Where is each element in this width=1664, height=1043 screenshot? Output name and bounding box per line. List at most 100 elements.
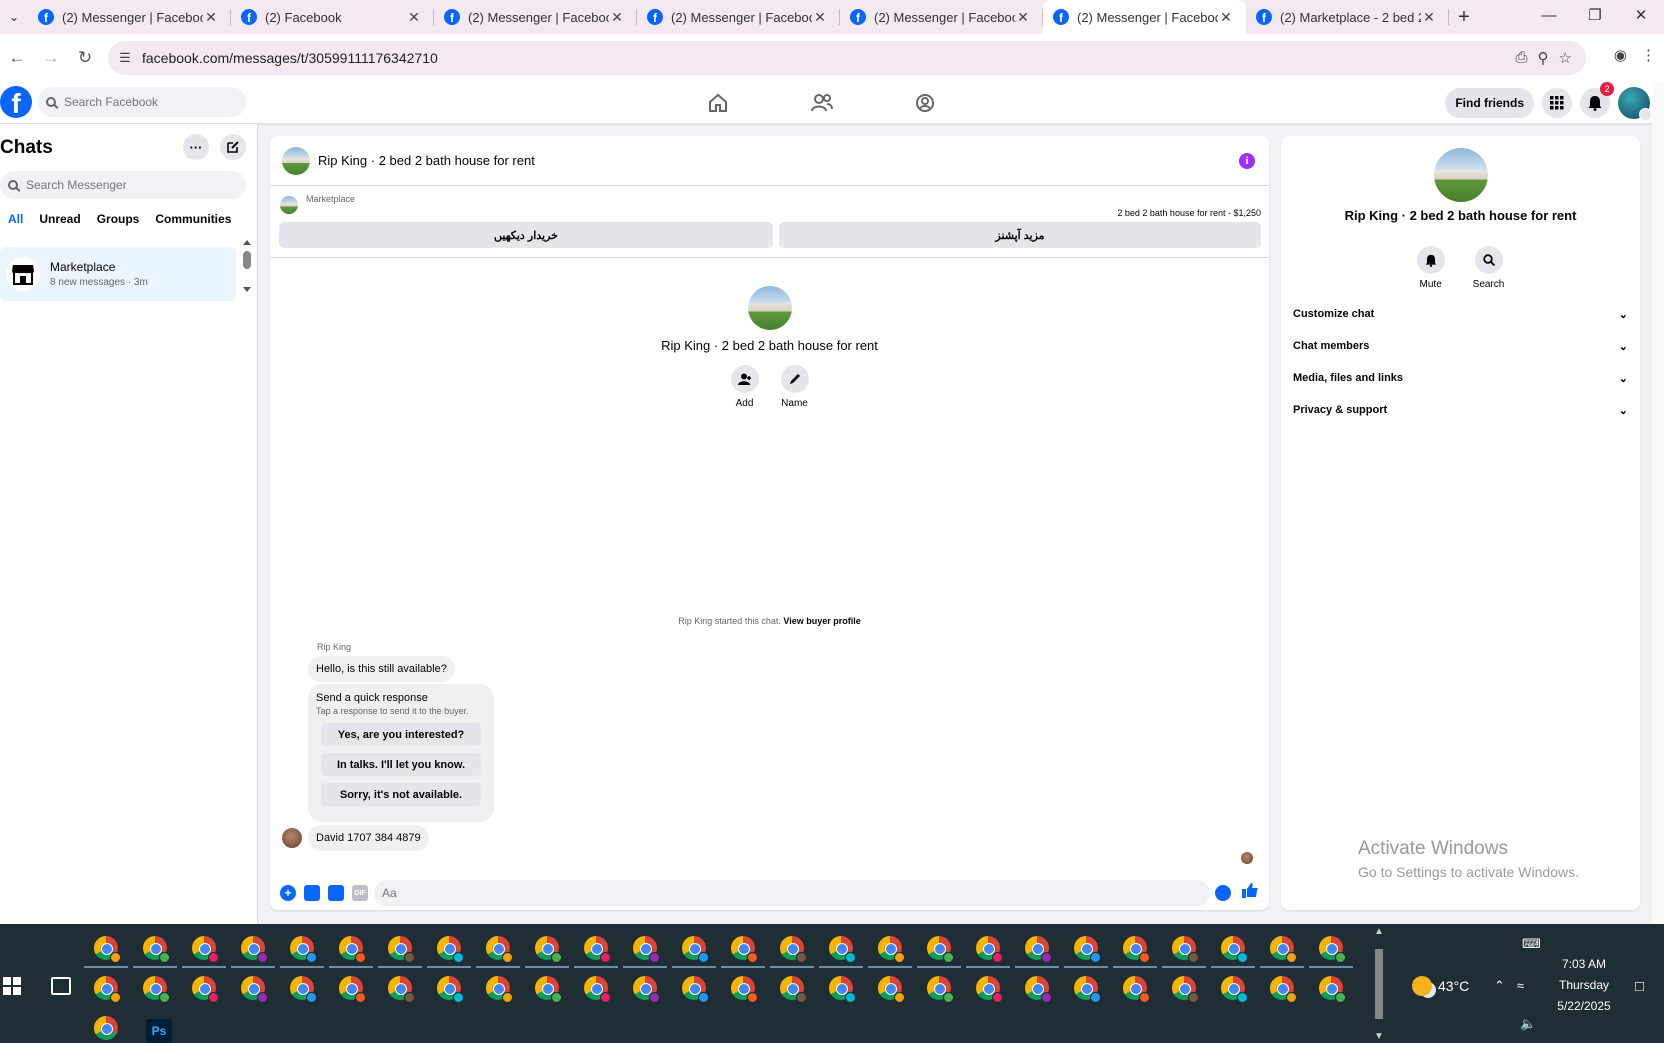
chrome-profile-icon[interactable] [584,976,611,1003]
emoji-icon[interactable] [1215,885,1231,901]
chrome-profile-icon[interactable] [633,936,660,963]
chrome-profile-icon[interactable] [1074,936,1101,963]
chrome-profile-icon[interactable] [437,936,464,963]
chrome-profile-icon[interactable] [437,976,464,1003]
install-app-icon[interactable]: ⎙ [1516,49,1528,67]
close-tab-icon[interactable]: ✕ [406,9,422,26]
weather-widget[interactable]: 43°C [1412,976,1469,996]
tab-5[interactable]: f (2) Messenger | Facebook ✕ [840,0,1043,34]
section-customize-chat[interactable]: Customize chat ⌄ [1293,300,1628,328]
chrome-profile-icon[interactable] [1319,936,1346,963]
close-window-icon[interactable]: ✕ [1618,0,1664,34]
chrome-profile-icon[interactable] [878,936,905,963]
address-bar[interactable]: ☰ facebook.com/messages/t/30599111176342… [108,41,1586,75]
view-buyer-button[interactable]: خریدار دیکھیں [279,222,773,248]
add-people-button[interactable]: Add [730,365,759,409]
browser-menu-icon[interactable]: ⋮ [1641,46,1656,64]
close-tab-icon[interactable]: ✕ [203,9,219,26]
gif-icon[interactable]: GIF [352,885,368,901]
chrome-profile-icon[interactable] [584,936,611,963]
chrome-profile-icon[interactable] [1319,976,1346,1003]
section-privacy-support[interactable]: Privacy & support ⌄ [1293,396,1628,424]
view-buyer-profile-link[interactable]: View buyer profile [783,616,860,626]
more-options-button[interactable]: ··· [183,134,209,160]
chrome-profile-icon[interactable] [535,936,562,963]
chrome-profile-icon[interactable] [339,976,366,1003]
chrome-profile-icon[interactable] [633,976,660,1003]
listing-title[interactable]: 2 bed 2 bath house for rent - $1,250 [1117,208,1261,218]
menu-grid-button[interactable] [1542,88,1572,118]
chrome-profile-icon[interactable] [829,936,856,963]
windows-start-icon[interactable] [3,977,21,995]
filter-communities[interactable]: Communities [147,210,239,228]
close-tab-icon[interactable]: ✕ [609,9,625,26]
account-avatar[interactable] [1618,87,1652,121]
facebook-logo-icon[interactable]: f [0,86,32,118]
filter-unread[interactable]: Unread [31,210,88,228]
taskbar-overflow-scrollbar[interactable]: ▲ ▼ [1372,926,1386,1042]
bookmark-star-icon[interactable]: ☆ [1559,49,1572,67]
chrome-profile-icon[interactable] [927,936,954,963]
chrome-profile-icon[interactable] [731,936,758,963]
chrome-profile-icon[interactable] [1221,936,1248,963]
site-info-icon[interactable]: ☰ [108,50,142,66]
tab-2[interactable]: f (2) Facebook ✕ [231,0,434,34]
photoshop-icon[interactable]: Ps [146,1019,172,1043]
tab-1[interactable]: f (2) Messenger | Facebook ✕ [28,0,231,34]
search-conversation-button[interactable]: Search [1473,246,1504,290]
message-bubble[interactable]: David 1707 384 4879 [308,825,429,851]
listing-house-avatar[interactable] [282,146,310,175]
new-message-button[interactable] [220,134,246,160]
chrome-profile-icon[interactable] [241,936,268,963]
chrome-profile-icon[interactable] [1221,976,1248,1003]
chrome-profile-icon[interactable] [535,976,562,1003]
chrome-profile-icon[interactable] [290,936,317,963]
notification-center-icon[interactable]: □ [1635,978,1644,995]
chrome-profile-icon[interactable] [192,976,219,1003]
zoom-icon[interactable]: ⚲ [1538,49,1549,67]
chrome-profile-icon[interactable] [241,976,268,1003]
chevron-down-icon[interactable]: ▼ [1374,1031,1384,1042]
chrome-profile-icon[interactable] [143,976,170,1003]
photo-icon[interactable] [304,885,320,901]
thumbs-up-icon[interactable] [1242,882,1258,903]
chrome-profile-icon[interactable] [682,936,709,963]
chrome-profile-icon[interactable] [94,936,121,963]
forward-icon[interactable]: → [34,48,68,68]
chrome-profile-icon[interactable] [94,1016,118,1040]
clock[interactable]: 7:03 AM Thursday 5/22/2025 [1552,954,1616,1017]
chrome-profile-icon[interactable] [1123,976,1150,1003]
messenger-search-input[interactable] [26,178,186,192]
task-view-icon[interactable] [51,977,71,995]
mute-button[interactable]: Mute [1416,246,1445,290]
chrome-profile-icon[interactable] [1025,976,1052,1003]
tab-3[interactable]: f (2) Messenger | Facebook ✕ [434,0,637,34]
conversation-header-name[interactable]: Rip King · 2 bed 2 bath house for rent [318,153,535,168]
chrome-profile-icon[interactable] [1123,936,1150,963]
section-chat-members[interactable]: Chat members ⌄ [1293,332,1628,360]
tab-6-active[interactable]: f (2) Messenger | Facebook ✕ [1043,0,1246,34]
friends-icon[interactable] [809,90,835,116]
facebook-search-box[interactable] [38,87,246,117]
message-bubble[interactable]: Hello, is this still available? [308,656,455,682]
volume-icon[interactable]: 🔈 [1520,1016,1536,1032]
profile-icon[interactable]: ◉ [1614,46,1627,64]
filter-all[interactable]: All [0,210,31,228]
reload-icon[interactable]: ↻ [68,48,102,68]
home-icon[interactable] [705,90,731,116]
chat-list-scrollbar[interactable] [242,237,252,297]
chrome-profile-icon[interactable] [94,976,121,1003]
tab-search-chevron-icon[interactable]: ⌄ [0,0,28,34]
chrome-profile-icon[interactable] [780,936,807,963]
notifications-button[interactable]: 2 [1580,82,1614,118]
restore-icon[interactable]: ❐ [1572,0,1618,34]
facebook-search-input[interactable] [64,95,224,109]
back-icon[interactable]: ← [0,48,34,68]
page-scrollbar[interactable] [1652,82,1664,924]
conversation-marketplace[interactable]: Marketplace 8 new messages · 3m [0,247,236,301]
chrome-profile-icon[interactable] [1025,936,1052,963]
chrome-profile-icon[interactable] [780,976,807,1003]
chrome-profile-icon[interactable] [1172,976,1199,1003]
quick-response-option[interactable]: Sorry, it's not available. [321,783,481,806]
chrome-profile-icon[interactable] [976,976,1003,1003]
